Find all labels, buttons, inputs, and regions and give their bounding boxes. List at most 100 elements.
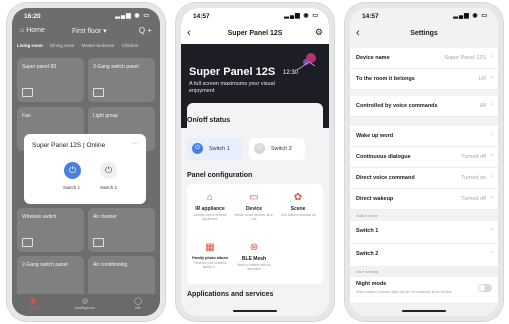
device-card-title: Super panel 8S: [22, 64, 57, 70]
tab-intelligence[interactable]: ◎ Intelligence: [70, 297, 100, 310]
intelligence-icon: ◎: [81, 298, 89, 305]
device-item[interactable]: ▭ Device Whole house devices, all in one: [234, 192, 274, 221]
row-label: Direct voice command: [356, 175, 415, 181]
family-photo-album-item[interactable]: ▦ Family photo album Preserve your beaut…: [190, 242, 230, 269]
home-button[interactable]: ⌂ Home: [20, 27, 45, 34]
floor-label: First floor: [72, 28, 102, 35]
status-bar: 14:57 ▂▄▆ ◉ ▭: [350, 8, 498, 24]
row-label: Controlled by voice commands: [356, 103, 438, 109]
config-item-name: Scene: [290, 206, 306, 212]
configuration-grid: ⌂ IR appliance Directly control infrared…: [187, 184, 323, 284]
direct-wakeup-row[interactable]: Direct wakeup Turned off ›: [350, 189, 498, 210]
chevron-right-icon: ›: [491, 102, 493, 108]
tab-children[interactable]: Children: [122, 43, 139, 48]
ir-appliance-item[interactable]: ⌂ IR appliance Directly control infrared…: [190, 192, 230, 221]
device-card-title: Air cleaner: [93, 214, 117, 220]
tab-dining-room[interactable]: Dining room: [50, 43, 74, 48]
power-icon: ⏻: [254, 143, 265, 154]
config-item-desc: Preserve your beautiful family m...: [193, 261, 227, 269]
row-label: Direct wakeup: [356, 196, 394, 202]
direct-voice-command-row[interactable]: Direct voice command Turned on ›: [350, 168, 498, 189]
device-card-title: 3-Gang switch panel: [93, 64, 139, 70]
chevron-right-icon: ›: [491, 132, 493, 138]
status-time: 16:20: [24, 13, 41, 20]
wake-up-word-row[interactable]: Wake up word ›: [350, 126, 498, 147]
device-card[interactable]: Air cleaner: [88, 208, 155, 252]
status-bar: 14:57 ▂▄▆ ◉ ▭: [181, 8, 329, 24]
chevron-right-icon: ›: [491, 195, 493, 201]
chevron-right-icon: ›: [491, 250, 493, 256]
tab-home-label: Home: [27, 305, 39, 310]
page-title: Settings: [410, 30, 438, 37]
config-item-desc: Mesh to enable without disruption: [237, 263, 271, 271]
device-name-row[interactable]: Device name Super Panel 12S ›: [350, 48, 498, 69]
config-item-name: Device: [245, 206, 263, 212]
continuous-dialogue-row[interactable]: Continuous dialogue Turned off ›: [350, 147, 498, 168]
config-item-name: IR appliance: [195, 206, 225, 212]
row-label: Continuous dialogue: [356, 154, 411, 160]
home-screen: 16:20 ▂▄▆ ◉ ▭ ⌂ Home First floor ▾ Q + L…: [12, 8, 160, 316]
row-label: Device name: [356, 55, 390, 61]
scene-item[interactable]: ✿ Scene One-button execution all: [278, 192, 318, 217]
config-item-desc: One-button execution all: [280, 213, 316, 217]
home-nav: ⌂ Home First floor ▾ Q +: [20, 26, 152, 39]
row-value: Turned off: [461, 196, 486, 202]
more-icon[interactable]: ···: [132, 140, 139, 147]
switch-1-toggle[interactable]: ⏻ Switch 1: [187, 138, 243, 160]
device-card[interactable]: Super panel 8S: [17, 58, 84, 102]
status-bar: 16:20 ▂▄▆ ◉ ▭: [12, 8, 160, 24]
bottom-tab-bar: ▣ Home ◎ Intelligence ◯ Me: [12, 294, 160, 316]
status-time: 14:57: [193, 13, 210, 20]
home-indicator: [402, 310, 446, 312]
room-row[interactable]: To the room it belongs LR ›: [350, 69, 498, 90]
page-title: Super Panel 12S: [227, 30, 283, 37]
tab-intelligence-label: Intelligence: [74, 305, 96, 310]
chevron-right-icon: ›: [491, 174, 493, 180]
chevron-right-icon: ›: [491, 227, 493, 233]
device-card-title: Wireless switch: [22, 214, 57, 220]
device-card-title: 2-Gang switch panel: [22, 262, 68, 268]
switch-1-label: Switch 1: [63, 185, 81, 190]
floor-selector[interactable]: First floor ▾: [72, 27, 107, 35]
ble-mesh-icon: ⊛: [249, 242, 259, 253]
device-card[interactable]: Wireless switch: [17, 208, 84, 252]
ir-appliance-icon: ⌂: [206, 192, 214, 203]
night-mode-toggle[interactable]: [478, 284, 492, 292]
config-item-desc: Directly control infrared appliances: [193, 213, 227, 221]
settings-icon[interactable]: ⚙: [315, 27, 323, 38]
hero-title: Super Panel 12S: [189, 66, 276, 78]
switch-name-header: Switch name: [356, 214, 378, 218]
power-icon: ⏻: [192, 143, 203, 154]
row-value: Turned off: [461, 154, 486, 160]
switch-1-name-row[interactable]: Switch 1 ›: [350, 221, 498, 244]
power-icon: ⏻: [68, 165, 77, 175]
night-mode-description: When enabled, indicator lights will turn…: [356, 290, 452, 294]
settings-header: ‹ Settings: [350, 26, 498, 44]
switch-2-toggle[interactable]: ⏻ Switch 2: [249, 138, 305, 160]
switch-2-power-button[interactable]: ⏻: [100, 162, 117, 179]
chevron-right-icon: ›: [491, 75, 493, 81]
switch-2-name-row[interactable]: Switch 2 ›: [350, 244, 498, 267]
row-label: Wake up word: [356, 133, 394, 139]
home-indicator: [233, 310, 277, 312]
ble-mesh-item[interactable]: ⊛ BLE Mesh Mesh to enable without disrup…: [234, 242, 274, 271]
switch-2-label: Switch 2: [100, 185, 118, 190]
tab-home[interactable]: ▣ Home: [18, 297, 48, 310]
tab-me[interactable]: ◯ Me: [123, 297, 153, 310]
switch-2-label: Switch 2: [271, 146, 292, 152]
search-add-icons[interactable]: Q +: [139, 26, 152, 35]
applications-services-title: Applications and services: [187, 291, 274, 298]
more-settings-header: More settings: [356, 270, 379, 274]
tab-living-room[interactable]: Living room: [17, 43, 43, 48]
wireless-switch-icon: [22, 238, 33, 247]
signal-wifi-battery-icon: ▂▄▆ ◉ ▭: [115, 13, 150, 19]
panel-configuration-title: Panel configuration: [187, 172, 253, 179]
voice-control-row[interactable]: Controlled by voice commands All ›: [350, 96, 498, 117]
switch-1-label: Switch 1: [209, 146, 230, 152]
device-card[interactable]: 3-Gang switch panel: [88, 58, 155, 102]
tab-master-bedroom[interactable]: Master bedroom: [82, 43, 115, 48]
switch-1-power-button[interactable]: ⏻: [64, 162, 81, 179]
signal-wifi-battery-icon: ▂▄▆ ◉ ▭: [284, 13, 319, 19]
settings-screen: 14:57 ▂▄▆ ◉ ▭ ‹ Settings Device name Sup…: [350, 8, 498, 316]
device-card-title: Fan: [22, 113, 31, 119]
